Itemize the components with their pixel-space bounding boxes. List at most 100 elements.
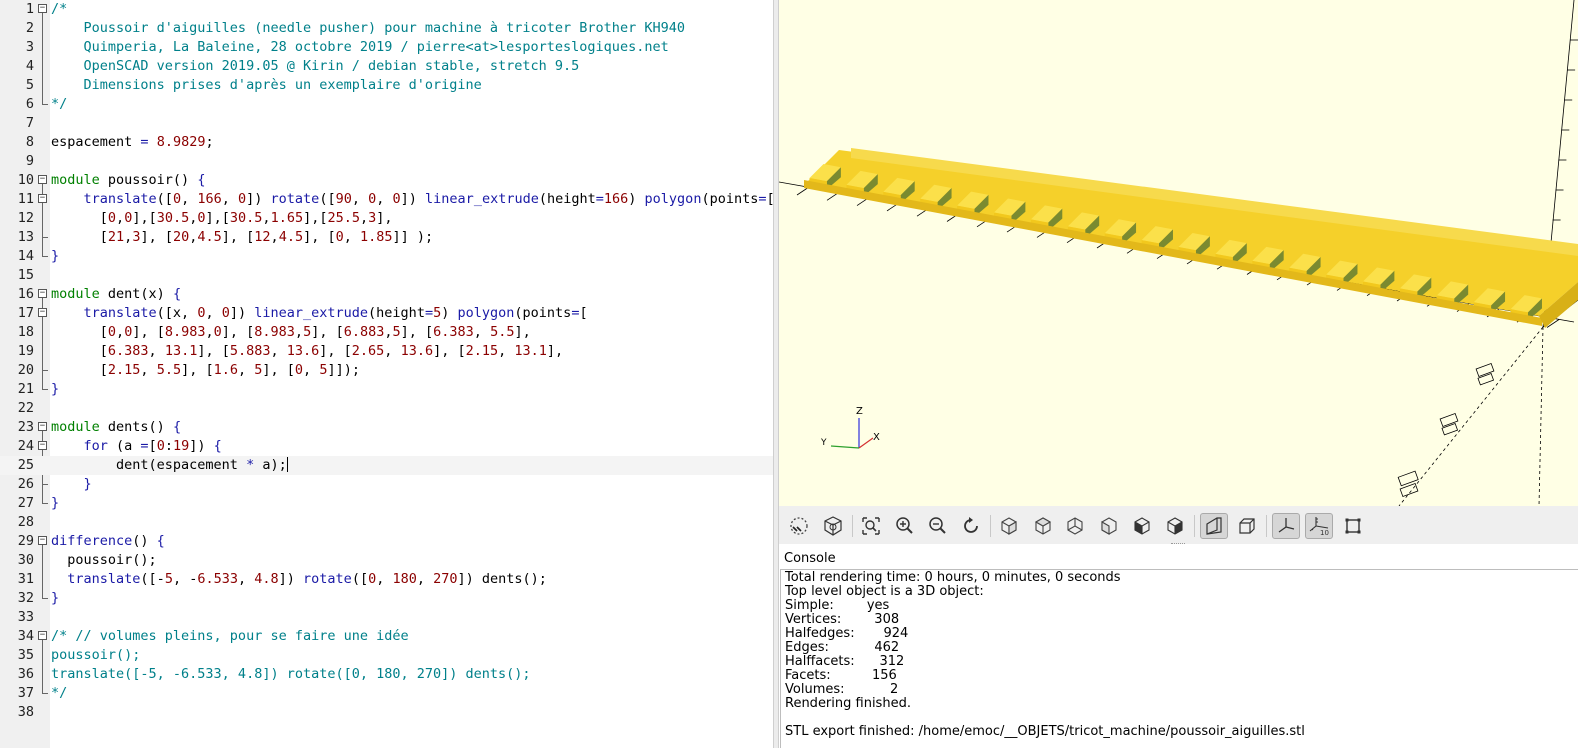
view-bottom-icon: [1067, 517, 1083, 535]
code-line[interactable]: 23 module dents() {: [0, 418, 773, 437]
line-number: 25: [17, 457, 34, 473]
code-line[interactable]: 18 [0,0], [8.983,0], [8.983,5], [6.883,5…: [0, 323, 773, 342]
view-right-icon: [1001, 517, 1017, 535]
code-line[interactable]: 4 OpenSCAD version 2019.05 @ Kirin / deb…: [0, 57, 773, 76]
line-number: 33: [17, 609, 34, 625]
code-line[interactable]: 35 poussoir();: [0, 646, 773, 665]
show-axes-button[interactable]: [1272, 513, 1300, 539]
line-number: 24: [17, 438, 34, 454]
code-text: */: [51, 685, 68, 701]
code-line[interactable]: 30 poussoir();: [0, 551, 773, 570]
line-number: 38: [17, 704, 34, 720]
code-line[interactable]: 36 translate([-5, -6.533, 4.8]) rotate([0…: [0, 665, 773, 684]
view-right-button[interactable]: [995, 513, 1023, 539]
scale-labels: [1397, 362, 1495, 498]
code-text: translate([-5, -6.533, 4.8]) rotate([0, …: [51, 666, 531, 682]
code-line[interactable]: 21}: [0, 380, 773, 399]
code-line[interactable]: 37 */: [0, 684, 773, 703]
view-front-button[interactable]: [1128, 513, 1156, 539]
code-line[interactable]: 20 [2.15, 5.5], [1.6, 5], [0, 5]]);: [0, 361, 773, 380]
line-number: 27: [17, 495, 34, 511]
code-line[interactable]: 38: [0, 703, 773, 722]
code-text: module dent(x) {: [51, 286, 182, 302]
code-line[interactable]: 12 [0,0],[30.5,0],[30.5,1.65],[25.5,3],: [0, 209, 773, 228]
code-text: }: [51, 495, 60, 511]
console-line: Simple: yes: [785, 598, 890, 613]
splitter-grip[interactable]: [1171, 543, 1185, 546]
code-text: [0,0], [8.983,0], [8.983,5], [6.883,5], …: [51, 324, 531, 340]
code-line[interactable]: 13 [21,3], [20,4.5], [12,4.5], [0, 1.85]…: [0, 228, 773, 247]
code-text: }: [83, 476, 92, 492]
code-editor[interactable]: − − − − − − − − − 1/* 2 Poussoir d'aiguilles (nee…: [0, 0, 773, 748]
code-line[interactable]: 2 Poussoir d'aiguilles (needle pusher) p…: [0, 19, 773, 38]
3d-viewport[interactable]: Z X Y: [779, 0, 1578, 506]
line-number: 2: [25, 20, 34, 36]
text-cursor: [286, 457, 288, 472]
line-number: 22: [17, 400, 34, 416]
code-line[interactable]: 17 translate([x, 0, 0]) linear_extrude(h…: [0, 304, 773, 323]
z-axis-negative-line: [1538, 326, 1544, 506]
line-number: 12: [17, 210, 34, 226]
code-line[interactable]: 19 [6.383, 13.1], [5.883, 13.6], [2.65, …: [0, 342, 773, 361]
code-line[interactable]: 11 translate([0, 166, 0]) rotate([90, 0,…: [0, 190, 773, 209]
3d-render-canvas: Z X Y: [779, 0, 1578, 506]
code-line[interactable]: 1 /*: [0, 0, 773, 19]
code-line[interactable]: 15: [0, 266, 773, 285]
code-line[interactable]: 8 espacement = 8.9829;: [0, 133, 773, 152]
show-edges-icon: [1345, 518, 1361, 534]
code-line[interactable]: 5 Dimensions prises d'après un exemplair…: [0, 76, 773, 95]
render-button[interactable]: [819, 513, 847, 539]
view-all-button[interactable]: [857, 513, 885, 539]
code-line[interactable]: 25 dent(espacement * a);: [0, 456, 773, 475]
line-number: 28: [17, 514, 34, 530]
code-line[interactable]: 7: [0, 114, 773, 133]
code-line[interactable]: 26 }: [0, 475, 773, 494]
show-scale-markers-button[interactable]: 10: [1305, 513, 1333, 539]
view-top-button[interactable]: [1029, 513, 1057, 539]
code-line[interactable]: 31 translate([-5, -6.533, 4.8]) rotate([…: [0, 570, 773, 589]
line-number: 17: [17, 305, 34, 321]
line-number: 36: [17, 666, 34, 682]
code-line[interactable]: 3 Quimperia, La Baleine, 28 octobre 2019…: [0, 38, 773, 57]
console-output[interactable]: Total rendering time: 0 hours, 0 minutes…: [780, 569, 1578, 748]
axis-label-y: Y: [820, 438, 827, 448]
code-line[interactable]: 28: [0, 513, 773, 532]
code-text: dent(espacement * a);: [51, 457, 288, 473]
perspective-button[interactable]: [1200, 513, 1228, 539]
code-line[interactable]: 14}: [0, 247, 773, 266]
code-text: poussoir();: [51, 647, 141, 663]
view-left-button[interactable]: [1095, 513, 1123, 539]
zoom-in-button[interactable]: [891, 513, 919, 539]
console-line: Rendering finished.: [785, 696, 911, 711]
code-line[interactable]: 10 module poussoir() {: [0, 171, 773, 190]
show-scale-markers-icon: 10: [1309, 517, 1329, 537]
axis-label-z: Z: [856, 406, 863, 417]
code-text: module dents() {: [51, 419, 182, 435]
preview-button[interactable]: [785, 513, 813, 539]
line-number: 1: [25, 1, 34, 17]
view-bottom-button[interactable]: [1061, 513, 1089, 539]
line-number: 8: [25, 134, 34, 150]
code-line[interactable]: 16 module dent(x) {: [0, 285, 773, 304]
code-line[interactable]: 6 */: [0, 95, 773, 114]
code-line[interactable]: 22: [0, 399, 773, 418]
line-number: 19: [17, 343, 34, 359]
code-line[interactable]: 24 for (a =[0:19]) {: [0, 437, 773, 456]
code-line[interactable]: 9: [0, 152, 773, 171]
line-number: 11: [17, 191, 34, 207]
code-line[interactable]: 34 /* // volumes pleins, pour se faire un…: [0, 627, 773, 646]
code-text: }: [51, 590, 60, 606]
show-edges-button[interactable]: [1339, 513, 1367, 539]
reset-view-button[interactable]: [957, 513, 985, 539]
orthogonal-button[interactable]: [1233, 513, 1261, 539]
code-text: [2.15, 5.5], [1.6, 5], [0, 5]]);: [51, 362, 360, 378]
render-icon: [824, 516, 842, 536]
code-line[interactable]: 32}: [0, 589, 773, 608]
code-line[interactable]: 33: [0, 608, 773, 627]
zoom-out-button[interactable]: [924, 513, 952, 539]
code-line[interactable]: 29 difference() {: [0, 532, 773, 551]
view-back-button[interactable]: [1161, 513, 1189, 539]
line-number: 30: [17, 552, 34, 568]
console-line: Total rendering time: 0 hours, 0 minutes…: [785, 570, 1121, 585]
code-line[interactable]: 27}: [0, 494, 773, 513]
